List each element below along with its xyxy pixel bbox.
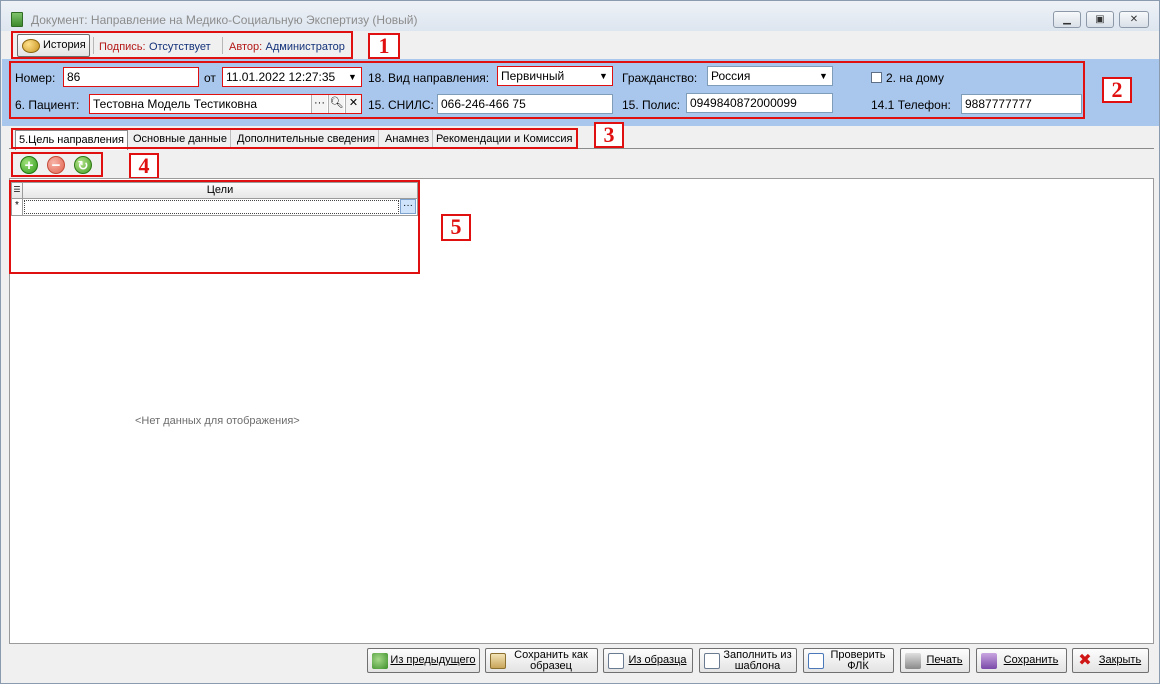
at-home-label: 2. на дому: [886, 71, 945, 85]
author-value: Администратор: [265, 41, 345, 53]
signature-label: Подпись:: [99, 41, 146, 53]
from-previous-label: Из предыдущего: [390, 654, 476, 666]
number-label: Номер:: [15, 71, 56, 85]
from-template-label: Из образца: [628, 654, 687, 666]
separator: [222, 37, 223, 54]
document-app-icon: [11, 12, 23, 27]
direction-type-label: 18. Вид направления:: [368, 71, 490, 85]
citizenship-select[interactable]: Россия ▼: [707, 66, 833, 86]
annotation-label-1: 1: [368, 33, 400, 59]
phone-value: 9887777777: [965, 97, 1032, 111]
check-document-icon: [808, 653, 824, 669]
close-label: Закрыть: [1098, 654, 1142, 666]
printer-icon: [905, 653, 921, 669]
close-icon: ✕: [1129, 14, 1139, 25]
patient-clear-icon[interactable]: ✕: [345, 95, 361, 113]
title-bar: Документ: Направление на Медико-Социальн…: [1, 1, 1159, 31]
snils-field[interactable]: 066-246-466 75: [437, 94, 613, 114]
save-button[interactable]: Сохранить: [976, 648, 1067, 673]
document-window: Документ: Направление на Медико-Социальн…: [0, 0, 1160, 684]
patient-field[interactable]: Тестовна Модель Тестиковна ··· 🔍︎ ✕: [89, 94, 362, 114]
patient-label: 6. Пациент:: [15, 98, 80, 112]
close-window-button[interactable]: ✕: [1119, 11, 1149, 28]
minimize-icon: ▁: [1063, 14, 1071, 25]
direction-type-dropdown-icon[interactable]: ▼: [596, 68, 611, 84]
date-dropdown-icon[interactable]: ▼: [345, 69, 360, 85]
patient-ellipsis-button[interactable]: ···: [311, 95, 327, 113]
close-button[interactable]: ✖ Закрыть: [1072, 648, 1149, 673]
annotation-label-2: 2: [1102, 77, 1132, 103]
policy-label: 15. Полис:: [622, 98, 681, 112]
fill-from-template-button[interactable]: Заполнить из шаблона: [699, 648, 797, 673]
date-from-label: от: [204, 71, 216, 85]
patient-value: Тестовна Модель Тестиковна: [93, 97, 258, 111]
snils-value: 066-246-466 75: [441, 97, 526, 111]
red-x-icon: ✖: [1078, 652, 1092, 669]
history-icon: [22, 39, 40, 53]
save-as-template-button[interactable]: Сохранить как образец: [485, 648, 598, 673]
print-label: Печать: [926, 654, 963, 666]
phone-label: 14.1 Телефон:: [871, 98, 951, 112]
add-icon[interactable]: +: [20, 156, 38, 174]
snils-label: 15. СНИЛС:: [368, 98, 434, 112]
author-label: Автор:: [229, 41, 263, 53]
policy-value: 0949840872000099: [690, 96, 797, 110]
maximize-icon: ▣: [1095, 14, 1105, 25]
separator: [93, 37, 94, 54]
citizenship-label: Гражданство:: [622, 71, 698, 85]
save-as-template-label: Сохранить как образец: [514, 648, 588, 672]
save-label: Сохранить: [1003, 654, 1059, 666]
from-template-button[interactable]: Из образца: [603, 648, 693, 673]
at-home-checkbox[interactable]: [871, 72, 882, 83]
annotation-label-5: 5: [441, 214, 471, 241]
annotation-box-5: [9, 180, 420, 274]
document-edit-icon: [608, 653, 624, 669]
check-flk-label: Проверить ФЛК: [830, 648, 886, 672]
refresh-icon[interactable]: ↻: [74, 156, 92, 174]
fill-from-template-label: Заполнить из шаблона: [723, 648, 792, 672]
direction-type-select[interactable]: Первичный ▼: [497, 66, 613, 86]
date-value: 11.01.2022 12:27:35: [226, 70, 336, 84]
clipboard-icon: [490, 653, 506, 669]
citizenship-value: Россия: [711, 69, 751, 83]
date-field[interactable]: 11.01.2022 12:27:35 ▼: [222, 67, 362, 87]
policy-field[interactable]: 0949840872000099: [686, 93, 833, 113]
minimize-button[interactable]: ▁: [1053, 11, 1081, 28]
signature-info: Подпись: Отсутствует: [99, 39, 211, 53]
number-field[interactable]: 86: [63, 67, 199, 87]
signature-value: Отсутствует: [148, 41, 211, 53]
from-previous-icon: [372, 653, 388, 669]
annotation-label-4: 4: [129, 153, 159, 179]
maximize-button[interactable]: ▣: [1086, 11, 1114, 28]
from-previous-button[interactable]: Из предыдущего: [367, 648, 480, 673]
citizenship-dropdown-icon[interactable]: ▼: [816, 68, 831, 84]
delete-icon[interactable]: −: [47, 156, 65, 174]
window-title: Документ: Направление на Медико-Социальн…: [31, 13, 418, 27]
phone-field[interactable]: 9887777777: [961, 94, 1082, 114]
patient-search-icon[interactable]: 🔍︎: [328, 95, 344, 113]
annotation-box-3: [11, 128, 578, 149]
floppy-disk-icon: [981, 653, 997, 669]
number-value: 86: [67, 70, 81, 84]
document-icon: [704, 653, 720, 669]
empty-data-message: <Нет данных для отображения>: [135, 415, 300, 427]
direction-type-value: Первичный: [501, 69, 565, 83]
check-flk-button[interactable]: Проверить ФЛК: [803, 648, 894, 673]
author-info: Автор: Администратор: [229, 39, 345, 53]
annotation-label-3: 3: [594, 122, 624, 148]
history-label: История: [43, 39, 86, 51]
print-button[interactable]: Печать: [900, 648, 970, 673]
